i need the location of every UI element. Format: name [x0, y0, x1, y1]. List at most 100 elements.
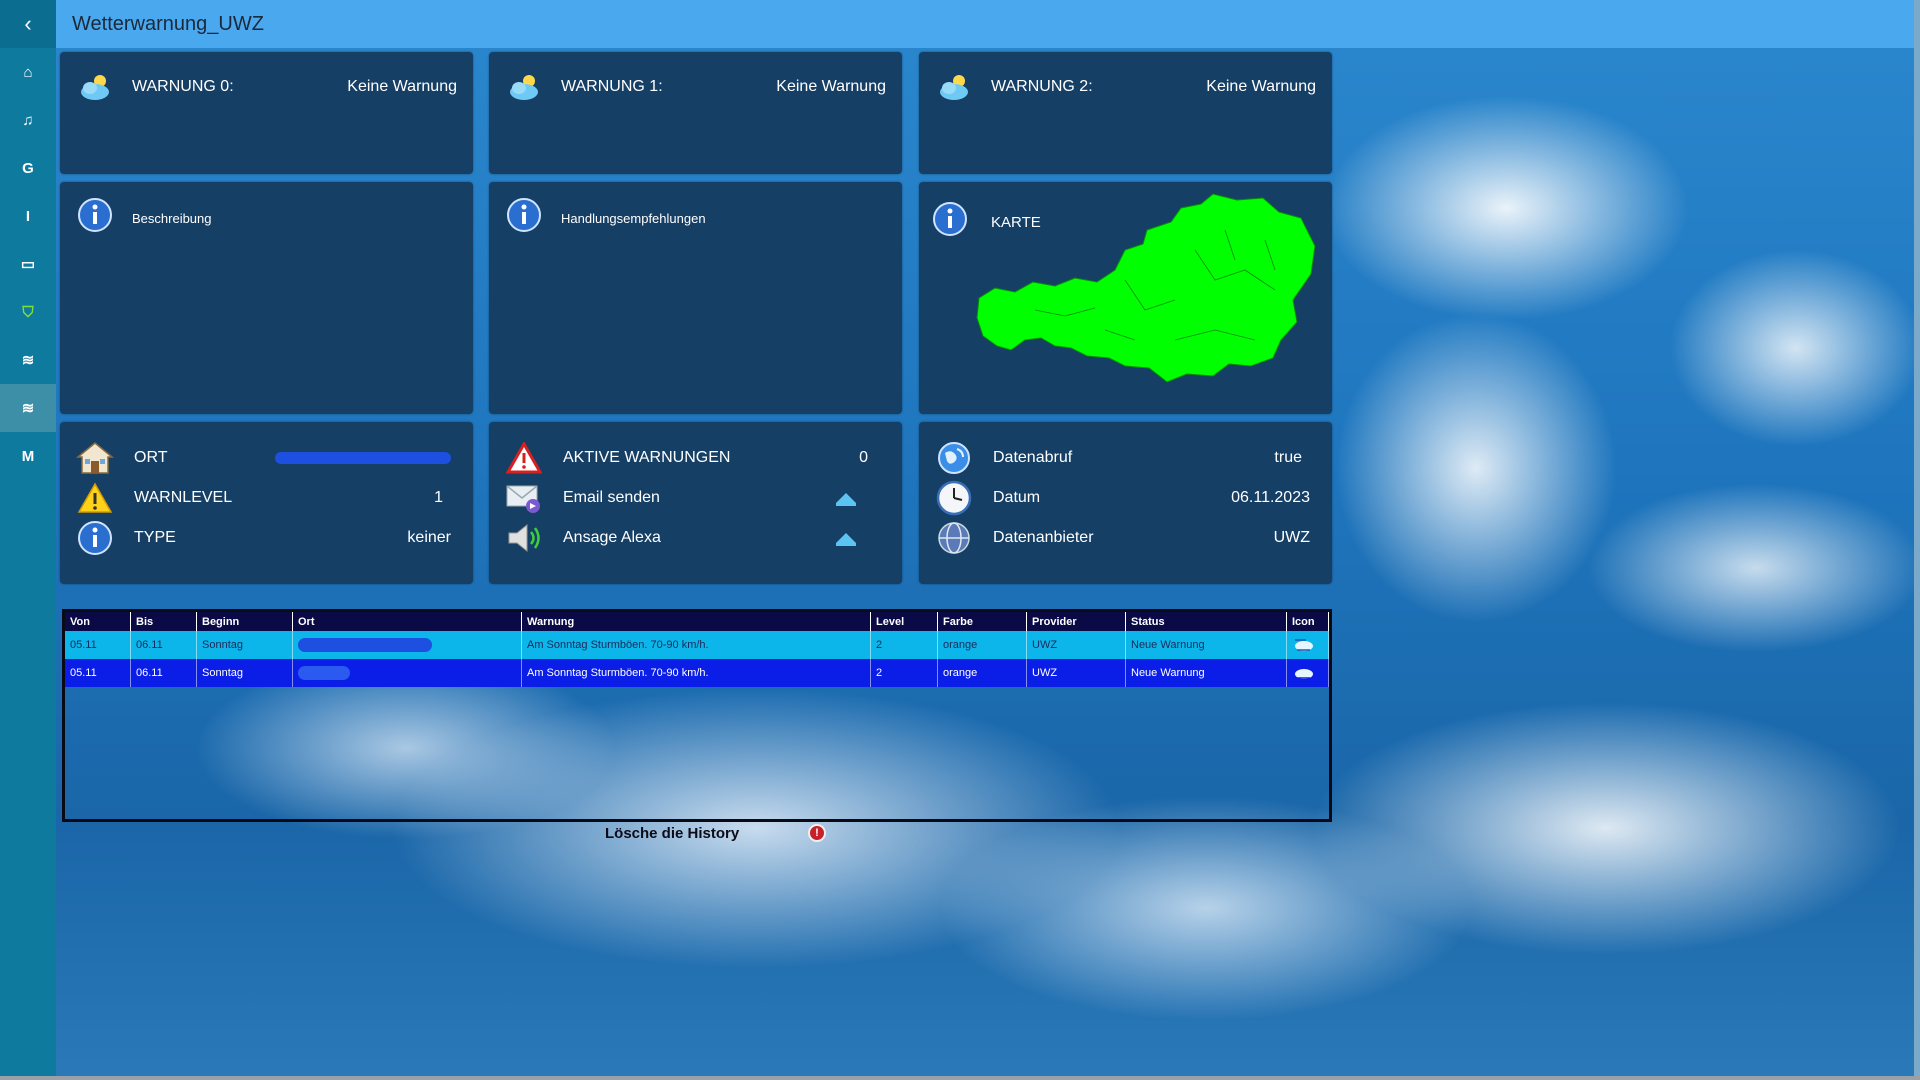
- column-header[interactable]: Von: [65, 612, 131, 631]
- recommendations-label: Handlungsempfehlungen: [561, 211, 706, 226]
- cell-ort: [292, 659, 522, 687]
- cell-beginn: Sonntag: [196, 631, 293, 659]
- cell-status: Neue Warnung: [1125, 631, 1287, 659]
- warning-tile-0: WARNUNG 0: Keine Warnung: [60, 52, 473, 174]
- cell-level: 2: [870, 659, 938, 687]
- ort-label: ORT: [134, 449, 168, 466]
- column-header[interactable]: Warnung: [521, 612, 871, 631]
- cloud-sun-icon: [510, 75, 538, 100]
- weather-icon: ≋: [21, 400, 35, 417]
- sidebar-item-g[interactable]: G: [0, 144, 56, 192]
- warning-tile-1: WARNUNG 1: Keine Warnung: [489, 52, 902, 174]
- cell-bis: 06.11: [130, 631, 197, 659]
- actions-panel: AKTIVE WARNUNGEN 0 Email senden Ansage A…: [489, 422, 902, 584]
- table-header-row: Von Bis Beginn Ort Warnung Level Farbe P…: [65, 612, 1329, 631]
- column-header[interactable]: Bis: [130, 612, 197, 631]
- sidebar-item-label: G: [22, 159, 34, 177]
- column-header[interactable]: Icon: [1286, 612, 1329, 631]
- description-tile: Beschreibung: [60, 182, 473, 414]
- warning-value: Keine Warnung: [776, 78, 886, 95]
- sidebar-item-device[interactable]: ▭: [0, 240, 56, 288]
- sidebar-item-shield[interactable]: ⛉: [0, 288, 56, 336]
- clock-icon: [935, 480, 973, 516]
- data-panel: Datenabruf true Datum 06.11.2023 Datenan…: [919, 422, 1332, 584]
- cloud-sun-icon: [81, 75, 109, 100]
- datum-label: Datum: [993, 489, 1041, 506]
- warning-value: Keine Warnung: [347, 78, 457, 95]
- email-label: Email senden: [563, 489, 660, 506]
- sidebar-item-home[interactable]: ⌂: [0, 48, 56, 96]
- wind-cloud-icon: [1295, 638, 1313, 651]
- house-icon: [76, 440, 114, 476]
- weather-icon: ≋: [21, 352, 35, 369]
- warnlevel-value: 1: [434, 489, 443, 506]
- ort-value-redacted: [275, 452, 451, 464]
- cell-ort: [292, 631, 522, 659]
- location-panel: ORT WARNLEVEL 1 TYPE keiner: [60, 422, 473, 584]
- cell-provider: UWZ: [1026, 631, 1126, 659]
- cell-von: 05.11: [65, 659, 131, 687]
- email-send-button[interactable]: [836, 493, 856, 506]
- device-icon: ▭: [20, 256, 36, 273]
- column-header[interactable]: Status: [1125, 612, 1287, 631]
- recommendations-tile: Handlungsempfehlungen: [489, 182, 902, 414]
- sidebar-item-label: I: [25, 207, 31, 225]
- type-value: keiner: [407, 529, 451, 546]
- email-icon: [505, 480, 543, 516]
- cell-farbe: orange: [937, 659, 1027, 687]
- table-row[interactable]: 05.11 06.11 Sonntag Am Sonntag Sturmböen…: [65, 631, 1329, 659]
- clear-history-label: Lösche die History: [605, 825, 740, 842]
- info-icon: [933, 202, 967, 236]
- cloud-sun-icon: [940, 75, 968, 100]
- sidebar-item-m[interactable]: M: [0, 432, 56, 480]
- home-icon: ⌂: [23, 63, 33, 81]
- back-button[interactable]: ‹: [0, 0, 56, 48]
- sidebar-item-music[interactable]: ♫: [0, 96, 56, 144]
- cell-warnung: Am Sonntag Sturmböen. 70-90 km/h.: [521, 659, 871, 687]
- cell-von: 05.11: [65, 631, 131, 659]
- column-header[interactable]: Level: [870, 612, 938, 631]
- datenabruf-label: Datenabruf: [993, 449, 1073, 466]
- datenanbieter-value: UWZ: [1273, 529, 1310, 546]
- warning-tile-2: WARNUNG 2: Keine Warnung: [919, 52, 1332, 174]
- austria-map: [976, 193, 1316, 383]
- ort-redacted: [298, 666, 350, 680]
- cell-icon: [1286, 659, 1329, 687]
- speaker-icon: [505, 520, 543, 556]
- alert-icon: !: [815, 827, 819, 839]
- cell-warnung: Am Sonntag Sturmböen. 70-90 km/h.: [521, 631, 871, 659]
- warning-label: WARNUNG 2:: [991, 78, 1093, 95]
- music-icon: ♫: [22, 111, 34, 129]
- sidebar-item-label: M: [21, 447, 35, 465]
- clear-history-button[interactable]: !: [808, 824, 826, 842]
- cell-bis: 06.11: [130, 659, 197, 687]
- datenabruf-value: true: [1274, 449, 1302, 466]
- column-header[interactable]: Beginn: [196, 612, 293, 631]
- sidebar-item-weather[interactable]: ≋: [0, 336, 56, 384]
- globe-network-icon: [935, 520, 973, 556]
- column-header[interactable]: Farbe: [937, 612, 1027, 631]
- history-table: Von Bis Beginn Ort Warnung Level Farbe P…: [62, 609, 1332, 822]
- alexa-announce-button[interactable]: [836, 533, 856, 546]
- type-label: TYPE: [134, 529, 176, 546]
- cell-status: Neue Warnung: [1125, 659, 1287, 687]
- table-row[interactable]: 05.11 06.11 Sonntag Am Sonntag Sturmböen…: [65, 659, 1329, 687]
- info-icon: [78, 198, 112, 232]
- window-bottom-edge: [0, 1076, 1920, 1080]
- warning-value: Keine Warnung: [1206, 78, 1316, 95]
- page-title: Wetterwarnung_UWZ: [72, 12, 264, 35]
- globe-icon: [935, 440, 973, 476]
- column-header[interactable]: Ort: [292, 612, 522, 631]
- cell-level: 2: [870, 631, 938, 659]
- cell-provider: UWZ: [1026, 659, 1126, 687]
- sidebar-item-i[interactable]: I: [0, 192, 56, 240]
- alexa-label: Ansage Alexa: [563, 529, 661, 546]
- column-header[interactable]: Provider: [1026, 612, 1126, 631]
- active-warnings-label: AKTIVE WARNUNGEN: [563, 449, 731, 466]
- window-edge: [1914, 0, 1920, 1080]
- info-icon: [76, 520, 114, 556]
- map-tile: KARTE: [919, 182, 1332, 414]
- warnlevel-label: WARNLEVEL: [134, 489, 233, 506]
- sidebar-item-weather-active[interactable]: ≋: [0, 384, 56, 432]
- wind-cloud-icon: [1295, 666, 1313, 679]
